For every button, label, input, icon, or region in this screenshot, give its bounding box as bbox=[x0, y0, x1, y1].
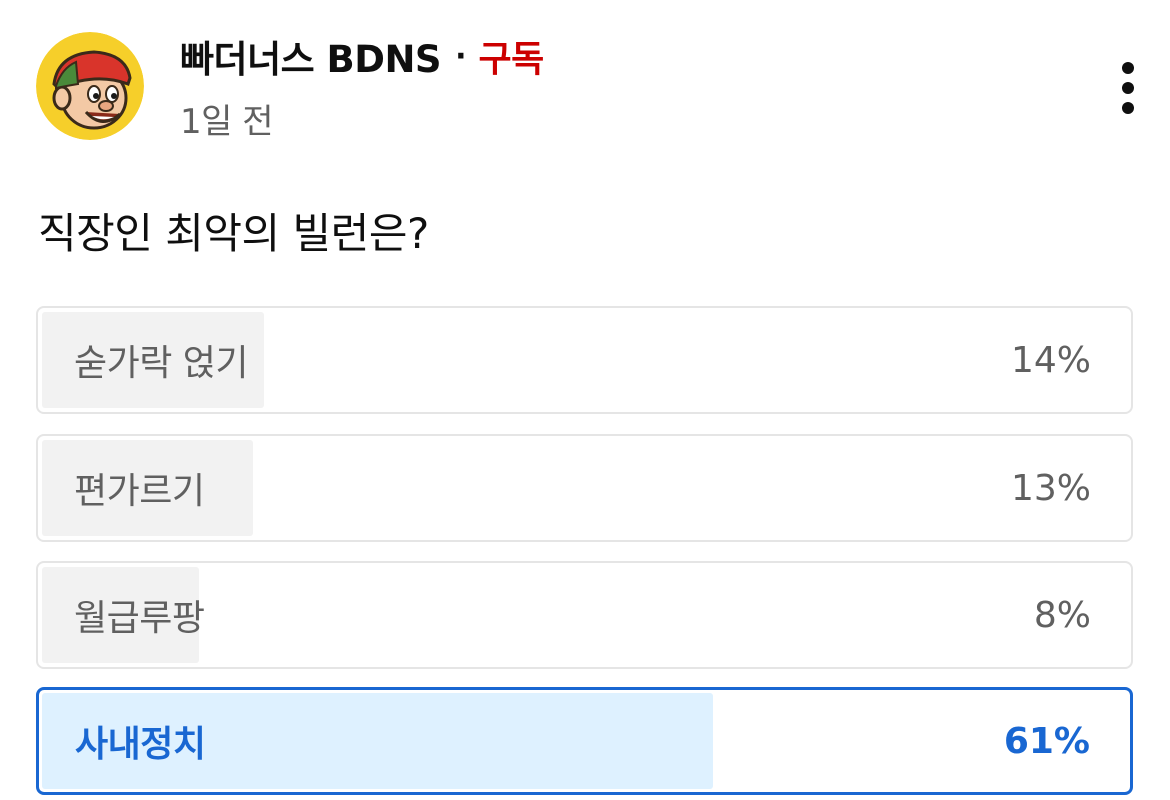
poll-option-percent: 13% bbox=[1010, 467, 1091, 509]
cartoon-boy-avatar-icon bbox=[36, 32, 144, 140]
poll-option-selected[interactable]: 사내정치 61% bbox=[36, 687, 1133, 795]
poll-option[interactable]: 숟가락 얹기 14% bbox=[36, 306, 1133, 414]
more-options-button[interactable] bbox=[1116, 62, 1140, 114]
subscribe-button[interactable]: 구독 bbox=[478, 30, 544, 82]
channel-avatar[interactable] bbox=[36, 32, 144, 140]
poll-option-label: 숟가락 얹기 bbox=[74, 343, 249, 384]
poll-option-label: 사내정치 bbox=[75, 724, 206, 765]
more-vertical-icon-dot bbox=[1122, 102, 1134, 114]
poll-option-label: 월급루팡 bbox=[74, 598, 205, 639]
poll-option-percent: 61% bbox=[1003, 720, 1090, 762]
poll-option-label: 편가르기 bbox=[74, 471, 205, 512]
channel-header: 빠더너스 BDNS · 구독 bbox=[180, 30, 544, 82]
more-vertical-icon-dot bbox=[1122, 82, 1134, 94]
poll-question: 직장인 최악의 빌런은? bbox=[38, 209, 429, 258]
poll-option[interactable]: 월급루팡 8% bbox=[36, 561, 1133, 669]
separator-dot: · bbox=[455, 38, 467, 74]
poll-option[interactable]: 편가르기 13% bbox=[36, 434, 1133, 542]
channel-name[interactable]: 빠더너스 BDNS bbox=[180, 29, 442, 83]
poll-option-percent: 14% bbox=[1010, 339, 1091, 381]
post-timestamp: 1일 전 bbox=[180, 102, 274, 142]
poll-option-percent: 8% bbox=[1033, 594, 1091, 636]
more-vertical-icon bbox=[1122, 62, 1134, 74]
